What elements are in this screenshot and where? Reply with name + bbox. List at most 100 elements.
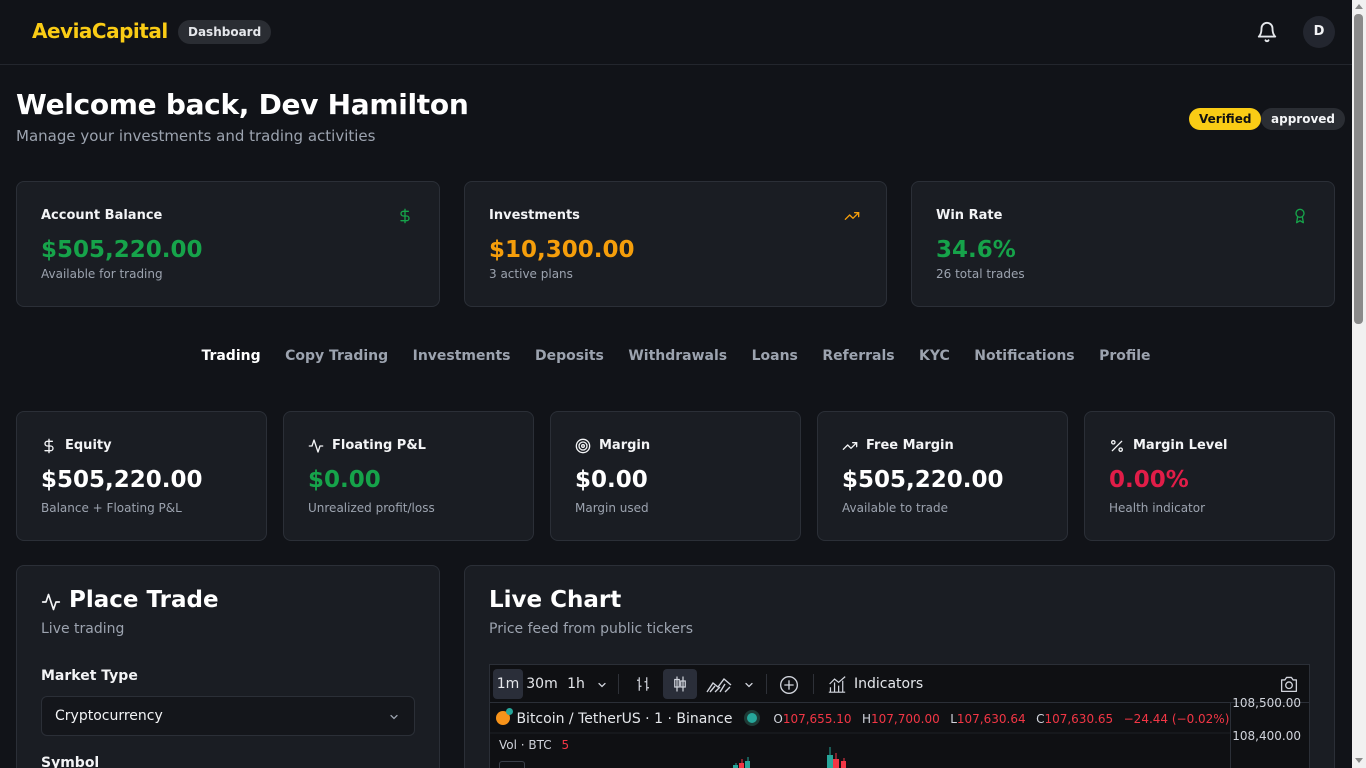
card-value: $10,300.00 xyxy=(489,237,635,263)
camera-icon[interactable] xyxy=(1279,675,1299,693)
tab-withdrawals[interactable]: Withdrawals xyxy=(628,348,727,364)
floating-pnl-card: Floating P&L $0.00 Unrealized profit/los… xyxy=(283,411,534,541)
percent-icon xyxy=(1111,440,1123,452)
tab-profile[interactable]: Profile xyxy=(1099,348,1150,364)
trending-up-icon xyxy=(842,442,858,450)
place-trade-title: Place Trade xyxy=(69,587,219,613)
activity-icon xyxy=(41,593,61,611)
card-subtitle: 26 total trades xyxy=(936,267,1025,281)
volume-legend: Vol · BTC 5 xyxy=(499,738,569,752)
btc-coin-icon xyxy=(496,708,513,725)
toolbar-divider xyxy=(766,674,767,694)
live-chart-subtitle: Price feed from public tickers xyxy=(489,621,694,637)
candlestick-icon xyxy=(674,676,686,692)
symbol-legend: Bitcoin / TetherUS · 1 · Binance O107,65… xyxy=(496,708,1230,727)
tab-trading[interactable]: Trading xyxy=(201,348,260,364)
symbol-label: Symbol xyxy=(41,755,100,768)
trending-up-icon xyxy=(844,212,860,220)
tab-deposits[interactable]: Deposits xyxy=(535,348,604,364)
stat-subtitle: Health indicator xyxy=(1109,501,1206,515)
market-status-dot xyxy=(746,713,757,723)
price-axis-label: 108,500.00 xyxy=(1232,696,1301,710)
top-bar: AeviaCapital Dashboard D xyxy=(0,0,1352,65)
interval-1h-button[interactable]: 1h xyxy=(563,669,589,699)
page-badge: Dashboard xyxy=(178,20,272,44)
stat-subtitle: Margin used xyxy=(575,501,649,515)
stat-subtitle: Unrealized profit/loss xyxy=(308,501,435,515)
ohlc-change: −24.44 (−0.02%) xyxy=(1123,712,1230,726)
place-trade-panel: Place Trade Live trading Market Type Cry… xyxy=(16,565,440,768)
stat-title: Margin Level xyxy=(1133,438,1228,453)
card-subtitle: 3 active plans xyxy=(489,267,573,281)
stat-subtitle: Balance + Floating P&L xyxy=(41,501,182,515)
tradingview-chart[interactable]: 1m 30m 1h Indicators Bitcoin / TetherUS … xyxy=(489,664,1310,768)
tab-loans[interactable]: Loans xyxy=(752,348,798,364)
card-title: Win Rate xyxy=(936,208,1003,223)
card-value: $505,220.00 xyxy=(41,237,203,263)
stat-title: Free Margin xyxy=(866,438,954,453)
tab-copy-trading[interactable]: Copy Trading xyxy=(285,348,388,364)
verified-badge: Verified xyxy=(1189,108,1262,130)
scroll-up-arrow-icon[interactable] xyxy=(1355,4,1363,9)
card-subtitle: Available for trading xyxy=(41,267,163,281)
avatar[interactable]: D xyxy=(1303,16,1335,48)
stat-value: 0.00% xyxy=(1109,467,1189,493)
market-type-label: Market Type xyxy=(41,668,138,684)
card-title: Account Balance xyxy=(41,208,163,223)
win-rate-card: Win Rate 34.6% 26 total trades xyxy=(911,181,1335,307)
chevron-down-icon xyxy=(390,714,398,720)
card-value: 34.6% xyxy=(936,237,1016,263)
dashboard-tabs: Trading Copy Trading Investments Deposit… xyxy=(0,348,1352,364)
bell-icon[interactable] xyxy=(1256,21,1278,43)
bar-chart-type-icon[interactable] xyxy=(634,675,652,693)
area-chart-type-icon[interactable] xyxy=(706,674,732,694)
indicators-label: Indicators xyxy=(854,676,924,692)
indicators-button[interactable]: Indicators xyxy=(826,669,926,699)
ohlc-open: 107,655.10 xyxy=(782,712,852,726)
interval-30m-button[interactable]: 30m xyxy=(526,669,558,699)
scrollbar-thumb[interactable] xyxy=(1354,14,1363,324)
stat-title: Equity xyxy=(65,438,112,453)
chevron-down-icon[interactable] xyxy=(596,679,608,691)
stat-value: $0.00 xyxy=(575,467,648,493)
volume-value: 5 xyxy=(561,738,570,752)
equity-card: Equity $505,220.00 Balance + Floating P&… xyxy=(16,411,267,541)
price-axis[interactable]: 108,500.00 108,400.00 xyxy=(1230,696,1309,768)
collapse-legend-button[interactable] xyxy=(499,761,525,768)
dollar-icon xyxy=(44,438,54,454)
tab-referrals[interactable]: Referrals xyxy=(822,348,894,364)
margin-card: Margin $0.00 Margin used xyxy=(550,411,801,541)
tab-kyc[interactable]: KYC xyxy=(919,348,950,364)
symbol-name[interactable]: Bitcoin / TetherUS · 1 · Binance xyxy=(516,711,732,727)
candlestick-chart-type-button[interactable] xyxy=(663,669,697,699)
market-type-select[interactable]: Cryptocurrency xyxy=(41,696,415,736)
stat-title: Floating P&L xyxy=(332,438,426,453)
kyc-status-badge: approved xyxy=(1261,108,1345,130)
stat-value: $505,220.00 xyxy=(842,467,1004,493)
ohlc-low-key: L xyxy=(950,712,957,726)
stat-title: Margin xyxy=(599,438,651,453)
investments-card: Investments $10,300.00 3 active plans xyxy=(464,181,887,307)
activity-icon xyxy=(308,439,324,453)
interval-1m-button[interactable]: 1m xyxy=(493,669,523,699)
tab-notifications[interactable]: Notifications xyxy=(974,348,1074,364)
ohlc-close: 107,630.65 xyxy=(1044,712,1114,726)
chart-toolbar: 1m 30m 1h Indicators xyxy=(490,665,1309,703)
stat-value: $505,220.00 xyxy=(41,467,203,493)
dollar-icon xyxy=(400,208,410,224)
ohlc-high: 107,700.00 xyxy=(871,712,940,726)
logo[interactable]: AeviaCapital xyxy=(32,19,168,43)
place-trade-subtitle: Live trading xyxy=(41,621,125,637)
chevron-down-icon[interactable] xyxy=(743,679,755,691)
ohlc-low: 107,630.64 xyxy=(956,712,1026,726)
page-title: Welcome back, Dev Hamilton xyxy=(16,88,469,121)
free-margin-card: Free Margin $505,220.00 Available to tra… xyxy=(817,411,1068,541)
indicators-icon xyxy=(828,676,846,693)
margin-level-card: Margin Level 0.00% Health indicator xyxy=(1084,411,1335,541)
scroll-down-arrow-icon[interactable] xyxy=(1355,758,1363,763)
tab-investments[interactable]: Investments xyxy=(413,348,511,364)
toolbar-divider xyxy=(618,674,619,694)
add-symbol-icon[interactable] xyxy=(779,675,799,695)
stat-value: $0.00 xyxy=(308,467,381,493)
live-chart-title: Live Chart xyxy=(489,587,622,613)
